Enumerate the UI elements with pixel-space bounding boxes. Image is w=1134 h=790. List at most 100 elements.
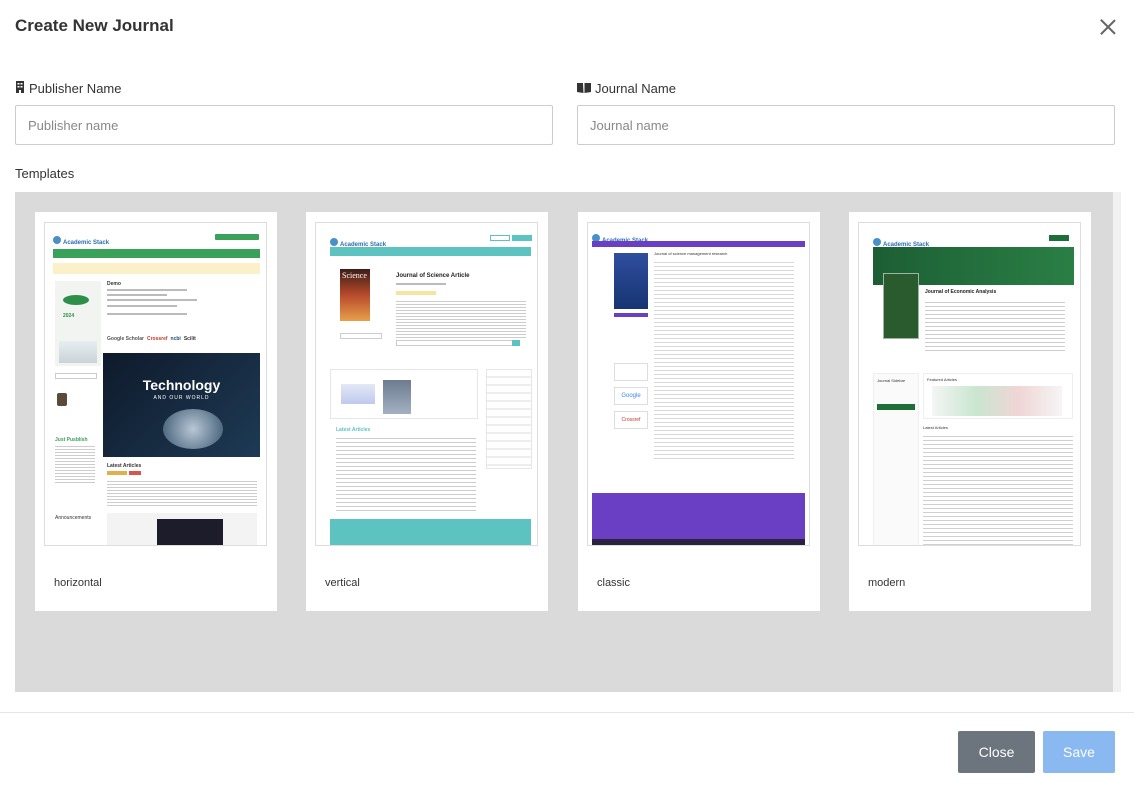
thumb-section-c: Latest Articles bbox=[923, 425, 948, 430]
banner-subtitle: AND OUR WORLD bbox=[153, 395, 210, 401]
thumb-section-b: Featured Articles bbox=[927, 377, 958, 382]
thumb-cover: Science bbox=[340, 269, 370, 321]
thumb-featured bbox=[330, 369, 478, 419]
template-name: horizontal bbox=[54, 577, 102, 589]
thumb-line bbox=[107, 313, 187, 315]
thumb-partners: Google Scholar Crossref ncbi Scilit bbox=[107, 336, 196, 342]
template-thumbnail-modern: Academic Stack Journal of Economic Analy… bbox=[858, 222, 1081, 546]
thumb-logo-text: Academic Stack bbox=[63, 240, 110, 246]
template-thumbnail-classic: Academic Stack Journal of science manage… bbox=[587, 222, 810, 546]
thumb-text-block bbox=[336, 435, 476, 511]
partner-scilit: Scilit bbox=[183, 336, 196, 342]
partner-google: Google bbox=[614, 387, 648, 405]
modal-title: Create New Journal bbox=[15, 16, 174, 35]
thumb-search-btn bbox=[512, 340, 520, 346]
thumb-image bbox=[157, 519, 223, 545]
thumb-banner: Technology AND OUR WORLD bbox=[103, 353, 260, 457]
cover-text: Science bbox=[342, 271, 367, 280]
template-card-classic[interactable]: Academic Stack Journal of science manage… bbox=[578, 212, 820, 611]
journal-label-text: Journal Name bbox=[595, 81, 676, 96]
thumb-bar bbox=[614, 313, 648, 317]
thumb-text-block bbox=[925, 299, 1065, 351]
thumb-navbar bbox=[53, 249, 260, 258]
template-card-vertical[interactable]: Academic Stack Science Journal of Scienc… bbox=[306, 212, 548, 611]
templates-label: Templates bbox=[15, 166, 75, 181]
thumb-btn bbox=[340, 333, 382, 339]
logo-icon bbox=[53, 235, 61, 244]
thumb-button bbox=[215, 234, 259, 240]
modal-header: Create New Journal bbox=[0, 0, 1134, 52]
partner-google: Google Scholar bbox=[107, 336, 144, 342]
book-icon bbox=[577, 81, 591, 96]
thumb-btn bbox=[55, 373, 97, 379]
journal-name-input[interactable] bbox=[577, 105, 1115, 145]
thumb-navbar bbox=[330, 247, 531, 256]
publisher-label-text: Publisher Name bbox=[29, 81, 122, 96]
partner-ncbi: ncbi bbox=[170, 336, 181, 342]
thumb-navbar bbox=[592, 241, 805, 247]
thumb-featured: Featured Articles bbox=[923, 373, 1073, 419]
thumb-year: 2024 bbox=[63, 313, 75, 319]
thumb-tag bbox=[129, 471, 141, 475]
thumb-avatar bbox=[57, 393, 67, 406]
thumb-line bbox=[107, 305, 177, 307]
scrollbar[interactable] bbox=[1113, 192, 1121, 692]
thumb-journal-title: Journal of science management research bbox=[654, 251, 728, 256]
thumb-text-block bbox=[923, 433, 1073, 545]
thumb-text-block bbox=[107, 479, 257, 507]
thumb-footer bbox=[592, 493, 805, 539]
thumb-line bbox=[396, 283, 446, 285]
thumb-logo: Academic Stack bbox=[53, 231, 109, 249]
journal-label: Journal Name bbox=[577, 81, 676, 96]
close-button[interactable]: Close bbox=[958, 731, 1035, 773]
thumb-announcements: Announcements bbox=[55, 515, 92, 521]
thumb-button bbox=[490, 235, 510, 241]
template-name: classic bbox=[597, 577, 631, 589]
thumb-partner-box bbox=[614, 363, 648, 381]
publisher-label: Publisher Name bbox=[15, 81, 122, 96]
thumb-line bbox=[107, 299, 197, 301]
template-card-horizontal[interactable]: Academic Stack 2024 Demo Google Scholar bbox=[35, 212, 277, 611]
create-journal-modal: Create New Journal Publisher Name Journa… bbox=[0, 0, 1134, 790]
thumb-search bbox=[396, 340, 516, 346]
thumb-cover bbox=[883, 273, 919, 339]
template-name: modern bbox=[868, 577, 906, 589]
logo-icon bbox=[873, 237, 881, 246]
thumb-cover bbox=[614, 253, 648, 309]
thumb-notice bbox=[53, 263, 260, 274]
thumb-button bbox=[512, 235, 532, 241]
footer-divider bbox=[0, 712, 1134, 713]
thumb-journal-title: Journal of Economic Analysis bbox=[925, 289, 997, 295]
thumb-line bbox=[107, 289, 187, 291]
thumb-sidebar: Journal Sidebar bbox=[873, 373, 919, 545]
building-icon bbox=[15, 81, 25, 96]
thumb-line bbox=[107, 294, 167, 296]
thumb-journal-title: Journal of Science Article bbox=[396, 273, 470, 279]
template-thumbnail-horizontal: Academic Stack 2024 Demo Google Scholar bbox=[44, 222, 267, 546]
thumb-subfooter bbox=[592, 539, 805, 545]
thumb-text-block bbox=[654, 259, 794, 459]
thumb-sidebar bbox=[486, 369, 532, 469]
thumb-sidebar: 2024 bbox=[55, 281, 101, 366]
template-thumbnail-vertical: Academic Stack Science Journal of Scienc… bbox=[315, 222, 538, 546]
thumb-text-block bbox=[396, 299, 526, 339]
partner-crossref: Crossref bbox=[614, 411, 648, 429]
thumb-button bbox=[1049, 235, 1069, 241]
thumb-text-block bbox=[55, 444, 95, 484]
thumb-badge bbox=[396, 291, 436, 295]
partner-crossref: Crossref bbox=[146, 336, 168, 342]
thumb-journal-title: Demo bbox=[107, 281, 121, 287]
logo-icon bbox=[330, 237, 338, 246]
thumb-section-a: Journal Sidebar bbox=[877, 378, 906, 383]
thumb-aside-title: Just Pusblish bbox=[55, 437, 88, 443]
close-icon[interactable] bbox=[1099, 18, 1117, 36]
publisher-name-input[interactable] bbox=[15, 105, 553, 145]
banner-title: Technology bbox=[142, 377, 221, 393]
template-card-modern[interactable]: Academic Stack Journal of Economic Analy… bbox=[849, 212, 1091, 611]
templates-gallery: Academic Stack 2024 Demo Google Scholar bbox=[15, 192, 1113, 692]
save-button[interactable]: Save bbox=[1043, 731, 1115, 773]
thumb-section: Latest Articles bbox=[336, 427, 371, 433]
thumb-tag bbox=[107, 471, 127, 475]
thumb-section: Latest Articles bbox=[107, 463, 142, 469]
template-name: vertical bbox=[325, 577, 360, 589]
